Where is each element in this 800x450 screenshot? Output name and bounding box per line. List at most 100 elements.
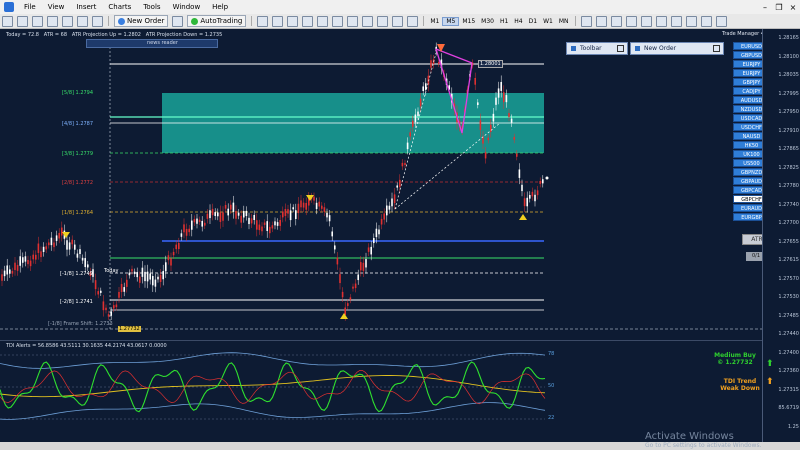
candle-body <box>334 245 336 250</box>
restore-icon[interactable]: ❐ <box>772 3 786 12</box>
candle-body <box>76 253 79 258</box>
tf-m1[interactable]: M1 <box>427 18 442 25</box>
terminal-icon[interactable] <box>77 15 88 27</box>
menu-charts[interactable]: Charts <box>102 3 137 11</box>
tester-icon[interactable] <box>92 15 103 27</box>
market-watch-icon[interactable] <box>32 15 43 27</box>
profiles-icon[interactable] <box>17 15 28 27</box>
new-order-panel-button[interactable]: New Order <box>630 42 724 55</box>
new-order-button[interactable]: New Order <box>114 15 169 27</box>
tile-icon[interactable] <box>332 15 344 27</box>
candle-body <box>414 114 417 123</box>
autoscroll-icon[interactable] <box>347 15 359 27</box>
candle-body <box>388 205 391 210</box>
candle-body <box>24 256 27 262</box>
horizontal-line-icon[interactable] <box>625 15 637 27</box>
price-chart[interactable]: Today = 72.8 ATR = 68 ATR Projection Up … <box>0 29 762 339</box>
periods-icon[interactable] <box>392 15 404 27</box>
level-50-label: 50 <box>548 383 555 389</box>
zoom-out-icon[interactable] <box>317 15 329 27</box>
zoom-in-icon[interactable] <box>302 15 314 27</box>
close-icon[interactable]: × <box>786 3 800 12</box>
candle-body <box>352 286 354 289</box>
metaeditor-icon[interactable] <box>172 15 184 27</box>
menu-view[interactable]: View <box>42 3 71 11</box>
navigator-icon[interactable] <box>62 15 73 27</box>
price-axis-label: 1.27315 <box>778 386 799 393</box>
text-icon[interactable] <box>685 15 697 27</box>
menu-tools[interactable]: Tools <box>137 3 166 11</box>
indicators-icon[interactable] <box>377 15 389 27</box>
candle-body <box>360 262 362 271</box>
candle-body <box>42 246 45 253</box>
cursor-icon[interactable] <box>580 15 592 27</box>
level-78-label: 78 <box>548 351 555 357</box>
tf-m15[interactable]: M15 <box>459 18 478 25</box>
chart-info-line: Today = 72.8 ATR = 68 ATR Projection Up … <box>6 32 222 38</box>
candle-body <box>523 198 526 207</box>
fibonacci-icon[interactable] <box>670 15 682 27</box>
toolbar-panel-button[interactable]: Toolbar <box>566 42 628 55</box>
level-label-2-8: [2/8] 1.2772 <box>62 180 94 186</box>
candle-body <box>84 258 86 268</box>
toolbar-panel-label: Toolbar <box>580 45 602 52</box>
tf-w1[interactable]: W1 <box>540 18 556 25</box>
price-axis-label: 1.27865 <box>778 146 799 152</box>
menu-window[interactable]: Window <box>167 3 207 11</box>
candle-body <box>126 279 128 287</box>
menu-bar: File View Insert Charts Tools Window Hel… <box>0 0 800 15</box>
chart-shift-icon[interactable] <box>362 15 374 27</box>
menu-file[interactable]: File <box>18 3 42 11</box>
crosshair-icon[interactable] <box>595 15 607 27</box>
menu-help[interactable]: Help <box>206 3 234 11</box>
price-axis-label: 1.27570 <box>778 275 799 282</box>
signal-medium-buy: Medium Buy © 1.27732 <box>705 352 765 366</box>
candle-body <box>349 297 352 300</box>
trend-value: Weak Down <box>720 385 760 392</box>
arrow-up-icon: ⬆ <box>766 377 774 387</box>
signal-tdi-trend: TDI Trend Weak Down <box>710 378 770 392</box>
tf-h1[interactable]: H1 <box>497 18 511 25</box>
panel-square-icon <box>571 46 576 51</box>
candle-body <box>204 222 206 226</box>
minimize-icon[interactable]: – <box>758 3 772 12</box>
trendline-icon[interactable] <box>640 15 652 27</box>
data-window-icon[interactable] <box>47 15 58 27</box>
menu-insert[interactable]: Insert <box>70 3 102 11</box>
vertical-line-icon[interactable] <box>610 15 622 27</box>
new-chart-icon[interactable] <box>2 15 13 27</box>
candle-body <box>183 224 185 233</box>
news-reader-box[interactable]: news reader <box>86 39 218 48</box>
tdi-indicator-pane[interactable]: TDI Alerts = 56.8586 43.5111 30.1635 44.… <box>0 340 774 443</box>
channel-icon[interactable] <box>655 15 667 27</box>
tf-mn[interactable]: MN <box>556 18 572 25</box>
line-chart-icon[interactable] <box>287 15 299 27</box>
candle-body <box>115 304 118 308</box>
new-order-label: New Order <box>127 17 165 25</box>
candle-body <box>261 226 263 232</box>
tf-m30[interactable]: M30 <box>478 18 497 25</box>
templates-icon[interactable] <box>407 15 419 27</box>
candle-body <box>276 222 279 226</box>
candle-body <box>14 262 16 271</box>
candle-chart-icon[interactable] <box>272 15 284 27</box>
level-label-4-8: [4/8] 1.2787 <box>62 121 94 127</box>
candle-body <box>248 217 250 225</box>
price-axis-label: 1.27655 <box>778 238 799 245</box>
tf-h4[interactable]: H4 <box>511 18 525 25</box>
panel-minimize-icon[interactable] <box>617 45 624 52</box>
candle-body <box>144 271 146 282</box>
tf-m5[interactable]: M5 <box>442 16 460 26</box>
autotrading-button[interactable]: AutoTrading <box>187 15 247 27</box>
tf-d1[interactable]: D1 <box>526 18 540 25</box>
bar-chart-icon[interactable] <box>257 15 269 27</box>
candle-body <box>180 233 183 237</box>
candle-body <box>438 62 440 65</box>
candle-body <box>474 77 476 85</box>
activate-windows-title: Activate Windows <box>645 431 734 442</box>
candle-body <box>178 242 180 250</box>
arrow-marker-icon <box>340 313 348 319</box>
panel-minimize-icon[interactable] <box>713 45 720 52</box>
arrows-icon[interactable] <box>715 15 727 27</box>
label-icon[interactable] <box>700 15 712 27</box>
